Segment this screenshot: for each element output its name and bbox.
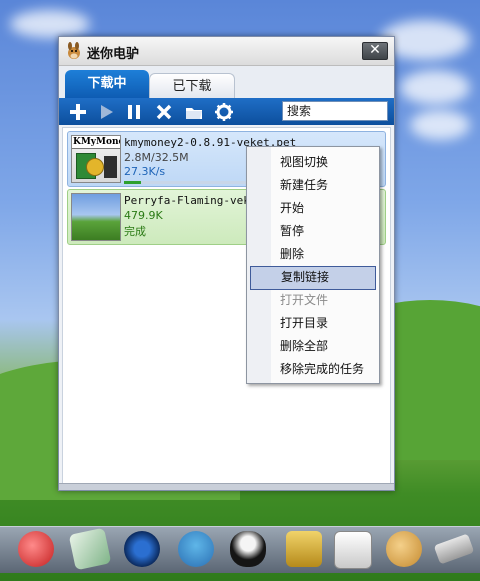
tab-downloaded[interactable]: 已下载 (149, 73, 235, 99)
download-speed: 27.3K/s (124, 165, 166, 178)
tab-bar: 下载中 已下载 (59, 66, 394, 99)
window-title: 迷你电驴 (87, 47, 140, 62)
add-icon[interactable] (67, 101, 89, 123)
file-size: 479.9K (124, 209, 163, 222)
menu-item-open-file: 打开文件 (280, 293, 329, 307)
chart-icon[interactable] (334, 531, 372, 569)
door-icon[interactable] (286, 531, 322, 567)
toolbar: 搜索 (59, 98, 394, 125)
penguin-icon[interactable] (230, 531, 266, 567)
search-input[interactable]: 搜索 (282, 101, 388, 121)
menu-item-pause[interactable]: 暂停 (250, 220, 376, 242)
play-icon[interactable] (95, 101, 117, 123)
menu-item-delete[interactable]: 删除 (250, 243, 376, 265)
status-text: 完成 (124, 225, 146, 238)
wallpaper-thumbnail (71, 193, 121, 241)
tab-downloading[interactable]: 下载中 (65, 70, 149, 98)
gear-icon[interactable] (213, 101, 235, 123)
package-thumbnail: KMyMoney (71, 135, 121, 183)
context-menu: 视图切换 新建任务 开始 暂停 删除 复制链接 打开文件 打开目录 删除全部 移… (246, 146, 380, 384)
network-icon[interactable] (178, 531, 214, 567)
title-bar[interactable]: 迷你电驴 ✕ (59, 37, 394, 66)
paint-palette-icon[interactable] (386, 531, 422, 567)
menu-item-start[interactable]: 开始 (250, 197, 376, 219)
menu-item-new-task[interactable]: 新建任务 (250, 174, 376, 196)
donkey-icon (68, 42, 80, 59)
pause-icon[interactable] (123, 101, 145, 123)
progress-fill (124, 181, 142, 184)
menu-item-view-toggle[interactable]: 视图切换 (250, 151, 376, 173)
menu-item-delete-all[interactable]: 删除全部 (250, 335, 376, 357)
usb-drive-icon[interactable] (433, 533, 475, 565)
thumbnail-logo: KMyMoney (72, 136, 120, 149)
menu-item-copy-link[interactable]: 复制链接 (250, 266, 376, 290)
close-button[interactable]: ✕ (362, 42, 388, 60)
delete-icon[interactable] (153, 101, 175, 123)
file-size: 2.8M/32.5M (124, 151, 189, 164)
power-icon[interactable] (124, 531, 160, 567)
menu-item-open-folder[interactable]: 打开目录 (250, 312, 376, 334)
close-icon: ✕ (369, 42, 381, 58)
notepad-icon[interactable] (68, 527, 112, 571)
folder-icon[interactable] (183, 101, 205, 123)
menu-item-remove-completed[interactable]: 移除完成的任务 (250, 358, 376, 380)
pig-icon[interactable] (18, 531, 54, 567)
taskbar (0, 526, 480, 573)
status-bar (59, 483, 394, 490)
